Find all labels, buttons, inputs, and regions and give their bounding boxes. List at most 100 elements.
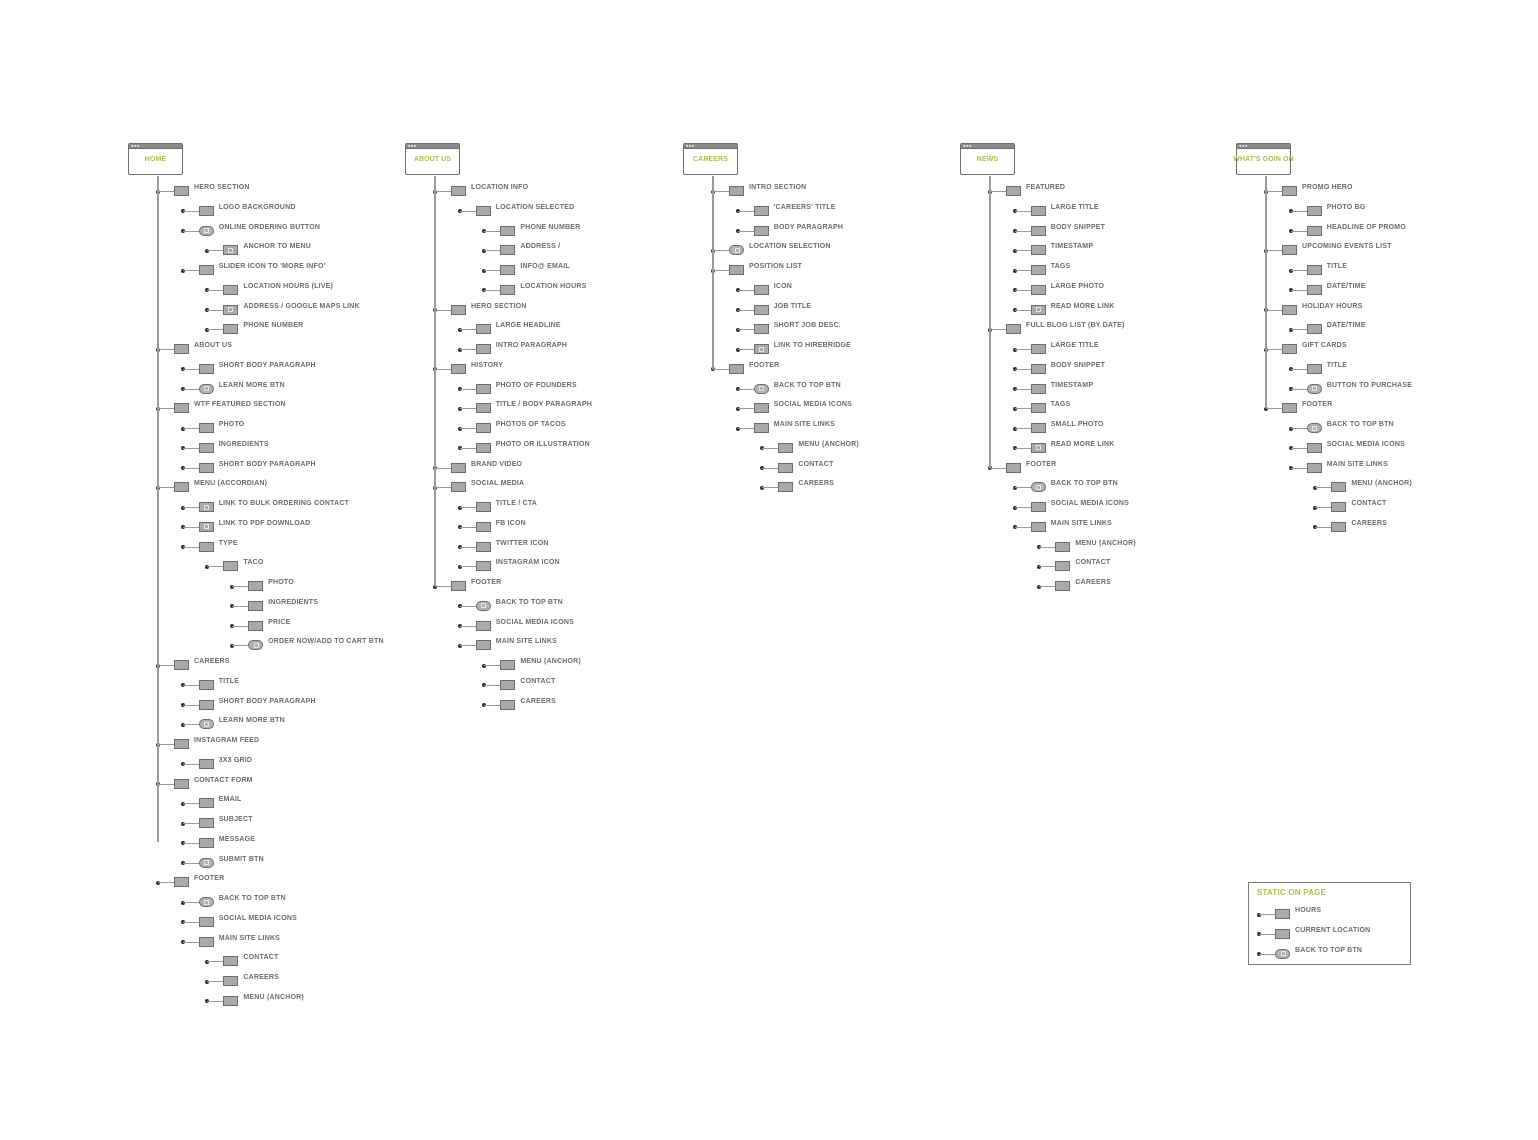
connector-line bbox=[1014, 250, 1032, 252]
node-label: HEADLINE OF PROMO bbox=[1326, 223, 1406, 231]
connector-line bbox=[459, 210, 477, 212]
node-label: PRICE bbox=[268, 618, 291, 626]
link-placeholder-icon bbox=[753, 344, 769, 354]
block-placeholder-icon bbox=[174, 660, 189, 670]
node-label: LOCATION SELECTED bbox=[495, 203, 575, 211]
node-label: LOCATION INFO bbox=[471, 184, 529, 191]
button-placeholder-icon bbox=[1306, 383, 1322, 394]
block-placeholder-icon bbox=[475, 521, 491, 532]
block-placeholder-icon bbox=[753, 304, 769, 315]
connector-line bbox=[435, 467, 452, 469]
connector-line bbox=[762, 447, 780, 449]
block-placeholder-icon bbox=[198, 936, 214, 947]
connector-line bbox=[1266, 309, 1283, 311]
button-placeholder-icon bbox=[248, 640, 264, 651]
node-label: FOOTER bbox=[1302, 401, 1333, 409]
tree-trunk-line bbox=[712, 176, 714, 369]
block-placeholder-icon bbox=[500, 265, 516, 275]
connector-line bbox=[1290, 467, 1308, 469]
external-link-icon bbox=[253, 642, 259, 648]
connector-line bbox=[484, 250, 502, 252]
connector-line bbox=[182, 210, 200, 212]
block-placeholder-icon bbox=[1275, 928, 1290, 939]
block-placeholder-icon bbox=[753, 403, 769, 414]
page-title: NEWS bbox=[976, 156, 999, 163]
connector-line bbox=[1315, 507, 1333, 509]
connector-line bbox=[459, 428, 477, 430]
block-placeholder-icon bbox=[198, 423, 214, 433]
node-label: ICON bbox=[773, 282, 792, 290]
block-placeholder-icon bbox=[223, 284, 239, 295]
browser-window-bar: ●●● bbox=[961, 144, 1014, 149]
external-link-icon bbox=[203, 524, 209, 530]
connector-line bbox=[182, 763, 200, 765]
block-placeholder-icon bbox=[198, 442, 214, 453]
node-label: CONTACT bbox=[798, 460, 834, 468]
node-label: CAREERS bbox=[1351, 519, 1388, 527]
connector-line bbox=[435, 309, 452, 311]
connector-line bbox=[1014, 349, 1032, 351]
connector-line bbox=[1290, 388, 1308, 390]
button-placeholder-icon bbox=[729, 245, 744, 256]
block-placeholder-icon bbox=[198, 541, 214, 552]
node-label: TITLE bbox=[1326, 263, 1348, 270]
block-placeholder-icon bbox=[729, 186, 744, 196]
connector-line bbox=[1014, 210, 1032, 212]
block-placeholder-icon bbox=[729, 265, 744, 275]
external-link-icon bbox=[203, 504, 209, 510]
block-placeholder-icon bbox=[1030, 205, 1046, 216]
node-label: POSITION LIST bbox=[749, 263, 803, 270]
connector-line bbox=[484, 665, 502, 667]
connector-line bbox=[484, 704, 502, 706]
connector-line bbox=[990, 329, 1007, 331]
node-label: FOOTER bbox=[194, 875, 225, 883]
block-placeholder-icon bbox=[174, 403, 189, 414]
connector-line bbox=[459, 349, 477, 351]
connector-line bbox=[182, 428, 200, 430]
node-label: 3X3 GRID bbox=[218, 756, 253, 764]
link-placeholder-icon bbox=[198, 521, 214, 532]
external-link-icon bbox=[481, 603, 487, 609]
legend-title: STATIC ON PAGE bbox=[1257, 888, 1327, 897]
node-label: CONTACT bbox=[1351, 500, 1387, 507]
connector-line bbox=[182, 921, 200, 923]
node-label: MENU (ANCHOR) bbox=[243, 993, 304, 1001]
external-link-icon bbox=[1036, 484, 1042, 490]
block-placeholder-icon bbox=[248, 620, 264, 631]
block-placeholder-icon bbox=[500, 699, 516, 710]
connector-line bbox=[762, 487, 780, 489]
node-label: MAIN SITE LINKS bbox=[495, 638, 558, 646]
block-placeholder-icon bbox=[451, 363, 466, 374]
external-link-icon bbox=[228, 247, 234, 253]
connector-line bbox=[737, 349, 755, 351]
node-label: MENU (ANCHOR) bbox=[1075, 539, 1136, 547]
node-label: MAIN SITE LINKS bbox=[1050, 519, 1113, 527]
connector-line bbox=[182, 546, 200, 548]
block-placeholder-icon bbox=[500, 679, 516, 690]
connector-line bbox=[182, 270, 200, 272]
node-label: CURRENT LOCATION bbox=[1295, 926, 1371, 934]
connector-line bbox=[1014, 487, 1032, 489]
node-label: ORDER NOW/ADD TO CART BTN bbox=[268, 638, 384, 646]
block-placeholder-icon bbox=[1030, 245, 1046, 256]
tree-trunk-line bbox=[434, 176, 436, 586]
connector-line bbox=[737, 428, 755, 430]
node-label: MAIN SITE LINKS bbox=[773, 421, 836, 428]
node-label: FOOTER bbox=[1026, 460, 1057, 468]
block-placeholder-icon bbox=[198, 798, 214, 809]
connector-line bbox=[1290, 289, 1308, 291]
block-placeholder-icon bbox=[198, 462, 214, 473]
connector-line bbox=[207, 566, 225, 568]
connector-line bbox=[207, 250, 225, 252]
block-placeholder-icon bbox=[475, 344, 491, 354]
connector-line bbox=[182, 862, 200, 864]
connector-line bbox=[1259, 953, 1276, 955]
block-placeholder-icon bbox=[1282, 186, 1297, 196]
block-placeholder-icon bbox=[248, 600, 264, 611]
page-title: HOME bbox=[144, 156, 167, 163]
block-placeholder-icon bbox=[753, 205, 769, 216]
block-placeholder-icon bbox=[1306, 284, 1322, 295]
external-link-icon bbox=[204, 228, 210, 233]
node-label: BUTTON TO PURCHASE bbox=[1326, 381, 1413, 389]
node-label: GIFT CARDS bbox=[1302, 342, 1347, 349]
